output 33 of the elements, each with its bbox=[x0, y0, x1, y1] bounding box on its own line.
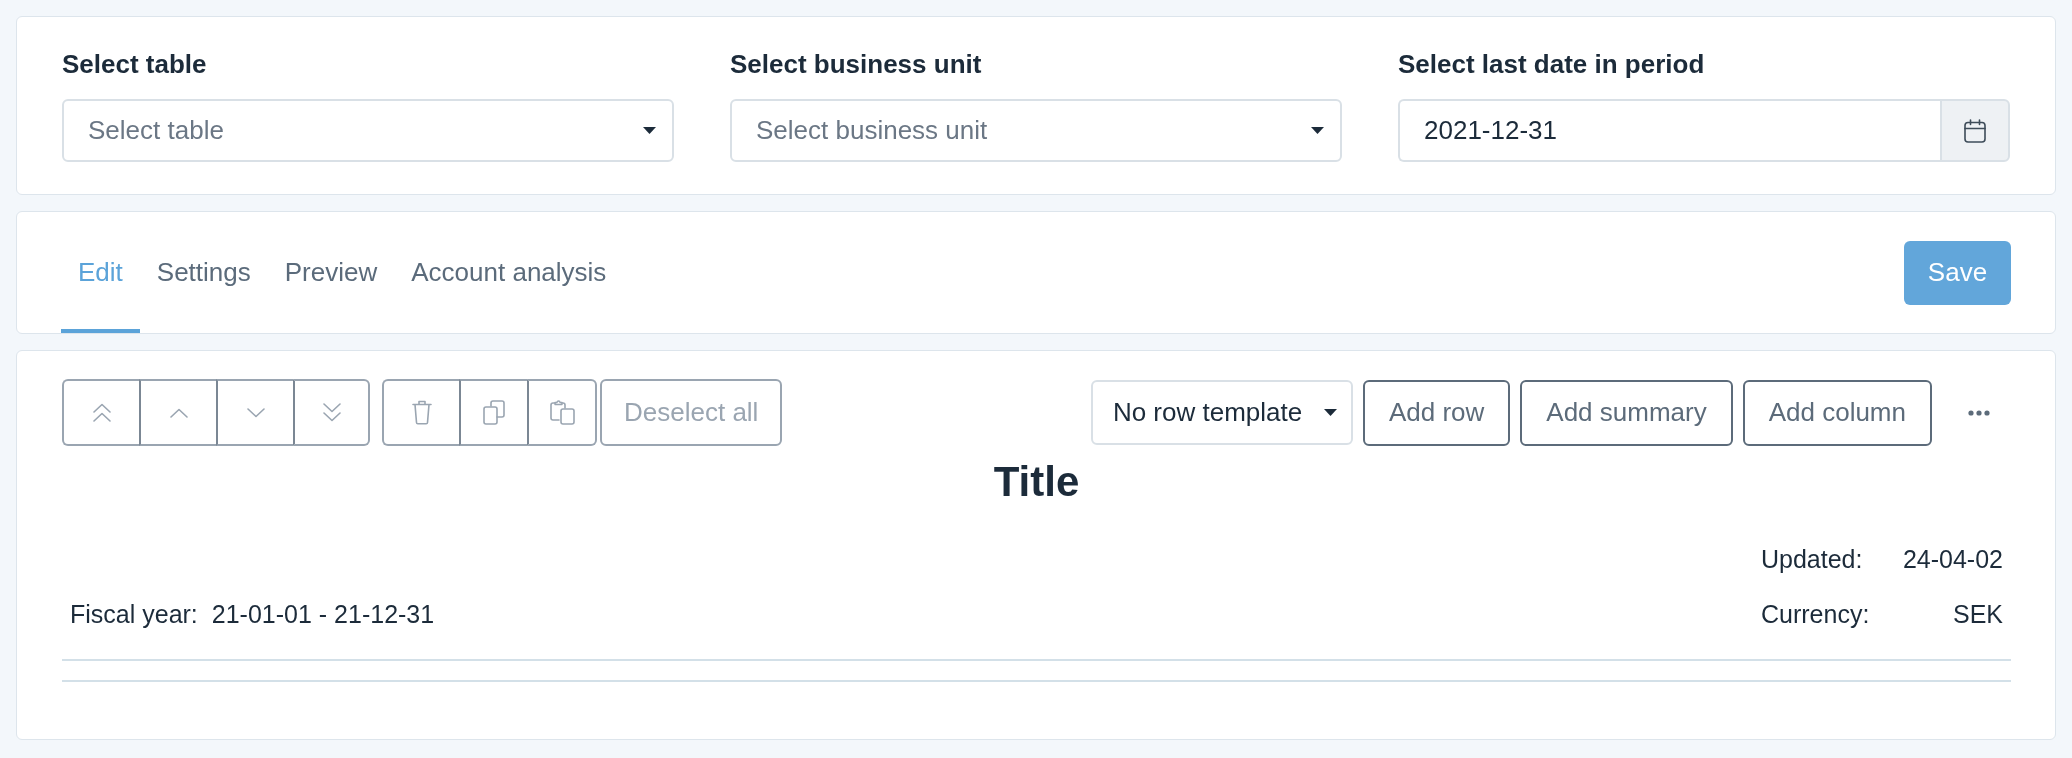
caret-icon bbox=[1323, 409, 1337, 416]
field-label: Select business unit bbox=[730, 49, 982, 79]
caret-icon bbox=[643, 127, 656, 134]
caret-icon bbox=[1311, 127, 1324, 134]
tab[interactable]: Account analysis bbox=[394, 212, 624, 333]
report-title: Title bbox=[993, 457, 1080, 507]
calendar-button[interactable] bbox=[1940, 99, 2010, 162]
field-label: Select table bbox=[62, 49, 207, 79]
dropdown-field[interactable]: Select table bbox=[62, 99, 674, 162]
chevron-up-icon bbox=[169, 407, 188, 418]
meta-value: SEK bbox=[1952, 599, 2003, 630]
meta-value: 24-04-02 bbox=[1902, 544, 2003, 575]
more-icon[interactable] bbox=[1968, 409, 1990, 416]
tab[interactable]: Preview bbox=[267, 212, 395, 333]
trash-icon bbox=[411, 400, 432, 425]
row-template-dropdown[interactable]: No row template bbox=[1090, 380, 1353, 445]
toolbar-button[interactable]: Add row bbox=[1362, 379, 1511, 446]
tab[interactable]: Settings bbox=[139, 212, 268, 333]
dropdown-field[interactable]: Select business unit bbox=[730, 99, 1342, 162]
meta-label: Currency: bbox=[1761, 599, 1870, 630]
calendar-icon bbox=[1964, 118, 1986, 143]
toolbar-button[interactable]: Add column bbox=[1742, 379, 1932, 446]
fiscal-year-label: Fiscal year: bbox=[70, 599, 198, 630]
chevron-down-icon bbox=[246, 407, 265, 418]
fiscal-year-value: 21-01-01 - 21-12-31 bbox=[211, 599, 435, 630]
date-input[interactable]: 2021-12-31 bbox=[1398, 99, 1940, 162]
clipboard-icon bbox=[549, 400, 575, 425]
field-label: Select last date in period bbox=[1398, 49, 1705, 79]
toolbar-button[interactable]: Add summary bbox=[1520, 379, 1733, 446]
double-chevron-down-icon bbox=[322, 403, 341, 422]
meta-label: Updated: bbox=[1761, 544, 1863, 575]
copy-icon bbox=[483, 400, 505, 425]
double-chevron-up-icon bbox=[92, 403, 111, 422]
